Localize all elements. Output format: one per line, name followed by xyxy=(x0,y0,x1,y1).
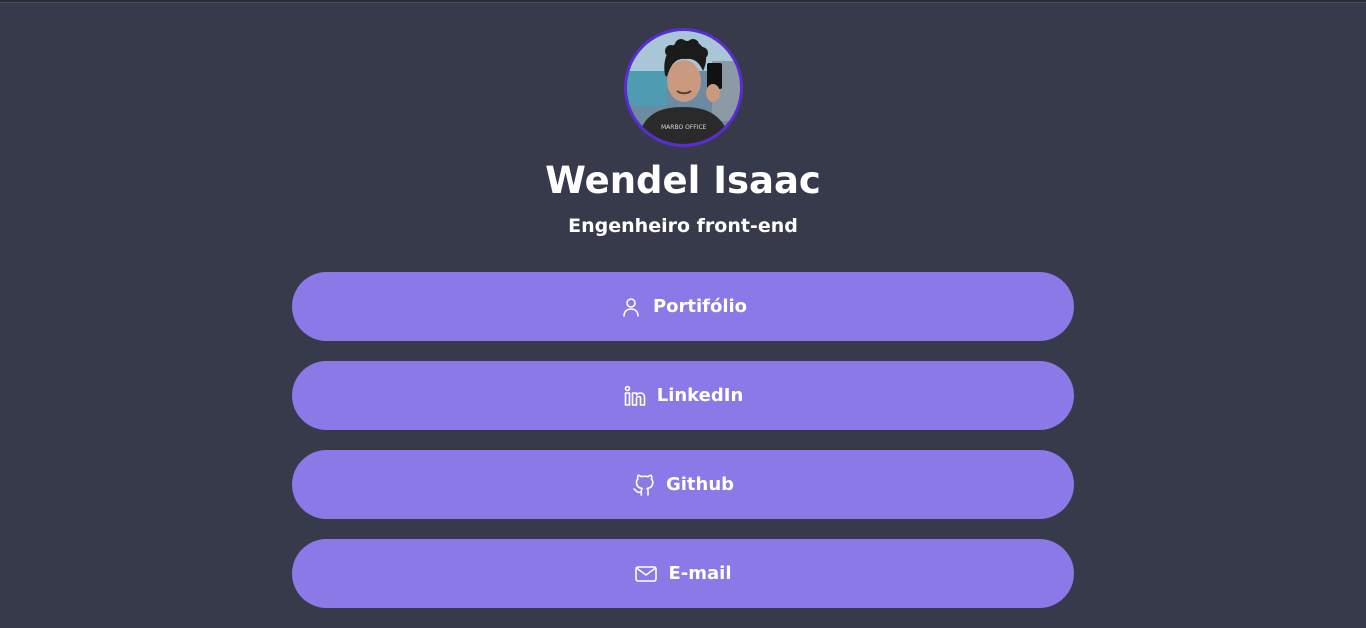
user-icon xyxy=(619,295,643,319)
portfolio-link-label: Portifólio xyxy=(652,296,748,317)
github-icon xyxy=(632,473,656,497)
email-link-label: E-mail xyxy=(668,563,732,584)
email-link-button[interactable]: E-mail xyxy=(292,539,1074,608)
links-list: Portifólio LinkedIn Github E-mail xyxy=(292,272,1074,628)
mail-icon xyxy=(634,562,658,586)
window-top-border xyxy=(0,0,1366,3)
github-link-button[interactable]: Github xyxy=(292,450,1074,519)
linkedin-link-button[interactable]: LinkedIn xyxy=(292,361,1074,430)
github-link-label: Github xyxy=(665,474,735,495)
svg-text:MARBO OFFICE: MARBO OFFICE xyxy=(661,124,707,131)
profile-role: Engenheiro front-end xyxy=(568,215,798,237)
linkedin-icon xyxy=(623,384,647,408)
linkedin-link-label: LinkedIn xyxy=(656,385,744,406)
avatar-photo: MARBO OFFICE xyxy=(627,31,740,144)
portfolio-link-button[interactable]: Portifólio xyxy=(292,272,1074,341)
profile-name: Wendel Isaac xyxy=(545,159,821,202)
avatar: MARBO OFFICE xyxy=(624,28,743,147)
